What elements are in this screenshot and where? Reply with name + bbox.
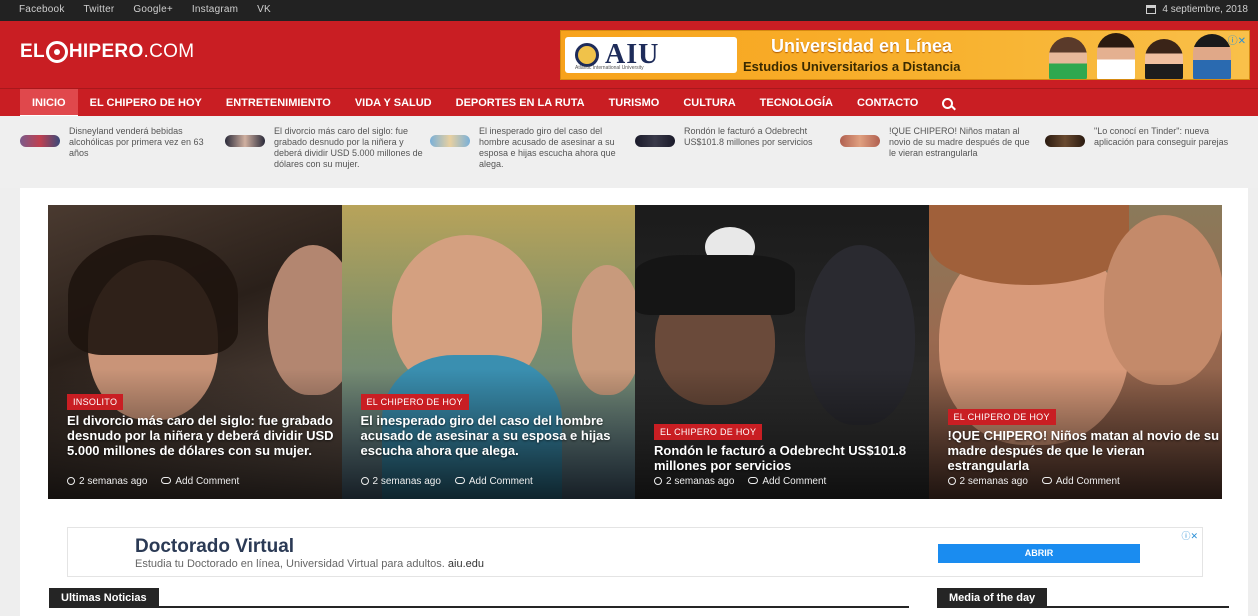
current-date: 4 septiembre, 2018 bbox=[1146, 4, 1248, 15]
site-header: EL HIPERO .COM AIU Atlantic Internationa… bbox=[0, 21, 1258, 88]
calendar-icon bbox=[1146, 5, 1157, 14]
clock-icon bbox=[360, 477, 369, 485]
ticker-text: Disneyland venderá bebidas alcohólicas p… bbox=[69, 126, 204, 158]
slide-time: 2 semanas ago bbox=[67, 476, 147, 487]
ad-choices-close-icon[interactable]: ⓘ✕ bbox=[1181, 529, 1198, 542]
logo-c-icon bbox=[45, 41, 68, 63]
nav-item-el-chipero-de-hoy[interactable]: EL CHIPERO DE HOY bbox=[78, 89, 214, 117]
ticker-thumbnail bbox=[430, 135, 470, 147]
social-links: Facebook Twitter Google+ Instagram VK bbox=[19, 4, 271, 15]
ad-choices-close-icon[interactable]: ⓘ✕ bbox=[1228, 32, 1246, 47]
logo-prefix: EL bbox=[20, 41, 45, 62]
nav-item-vida-y-salud[interactable]: VIDA Y SALUD bbox=[343, 89, 444, 117]
main-nav: INICIO EL CHIPERO DE HOY ENTRETENIMIENTO… bbox=[0, 88, 1258, 117]
nav-item-inicio[interactable]: INICIO bbox=[20, 89, 78, 117]
date-text: 4 septiembre, 2018 bbox=[1162, 4, 1248, 15]
ad-domain: aiu.edu bbox=[447, 558, 484, 570]
ticker-thumbnail bbox=[225, 135, 265, 147]
ad-headline: Universidad en Línea bbox=[771, 36, 953, 56]
ad-brand-sub: Atlantic International University bbox=[575, 65, 644, 71]
ticker-thumbnail bbox=[1045, 135, 1085, 147]
comment-icon bbox=[161, 477, 172, 484]
section-header-media: Media of the day bbox=[937, 588, 1048, 608]
search-icon[interactable] bbox=[942, 97, 954, 109]
nav-item-entretenimiento[interactable]: ENTRETENIMIENTO bbox=[214, 89, 343, 117]
section-divider bbox=[937, 606, 1229, 608]
social-link-twitter[interactable]: Twitter bbox=[84, 4, 115, 15]
slide-comment[interactable]: Add Comment bbox=[748, 476, 826, 487]
section-header-latest: Ultimas Noticias bbox=[49, 588, 159, 608]
ad-title[interactable]: Doctorado Virtual bbox=[135, 536, 294, 558]
logo-main: HIPERO bbox=[68, 41, 144, 62]
ad-people-image bbox=[1041, 31, 1249, 79]
ticker-thumbnail bbox=[840, 135, 880, 147]
featured-slide[interactable]: EL CHIPERO DE HOY El inesperado giro del… bbox=[341, 205, 635, 499]
featured-slide[interactable]: EL CHIPERO DE HOY Rondón le facturó a Od… bbox=[635, 205, 929, 499]
news-ticker: Disneyland venderá bebidas alcohólicas p… bbox=[0, 116, 1258, 188]
clock-icon bbox=[654, 477, 662, 485]
nav-item-cultura[interactable]: CULTURA bbox=[671, 89, 747, 117]
slide-meta: 2 semanas ago Add Comment bbox=[360, 476, 533, 487]
slide-category[interactable]: EL CHIPERO DE HOY bbox=[947, 409, 1056, 425]
social-link-facebook[interactable]: Facebook bbox=[19, 4, 65, 15]
section-divider bbox=[49, 606, 909, 608]
slide-meta: 2 semanas ago Add Comment bbox=[947, 476, 1120, 487]
site-logo[interactable]: EL HIPERO .COM bbox=[20, 41, 194, 63]
featured-slide[interactable]: EL CHIPERO DE HOY !QUE CHIPERO! Niños ma… bbox=[928, 205, 1222, 499]
ad-open-button[interactable]: ABRIR bbox=[938, 544, 1140, 563]
ticker-text: !QUE CHIPERO! Niños matan al novio de su… bbox=[889, 126, 1030, 158]
slide-comment[interactable]: Add Comment bbox=[1041, 476, 1120, 487]
clock-icon bbox=[947, 477, 956, 485]
slide-time: 2 semanas ago bbox=[947, 476, 1028, 487]
featured-slider: INSOLITO El divorcio más caro del siglo:… bbox=[48, 205, 1222, 499]
ticker-text: "Lo conocí en Tinder": nueva aplicación … bbox=[1094, 126, 1229, 147]
nav-item-turismo[interactable]: TURISMO bbox=[597, 89, 672, 117]
ticker-thumbnail bbox=[20, 135, 60, 147]
comment-icon bbox=[454, 477, 465, 484]
logo-suffix: .COM bbox=[143, 41, 195, 62]
slide-comment[interactable]: Add Comment bbox=[161, 476, 239, 487]
slide-category[interactable]: EL CHIPERO DE HOY bbox=[654, 424, 763, 440]
slide-title[interactable]: El inesperado giro del caso del hombre a… bbox=[361, 413, 633, 458]
slide-meta: 2 semanas ago Add Comment bbox=[654, 476, 826, 487]
ad-subheadline: Estudios Universitarios a Distancia bbox=[743, 59, 961, 74]
clock-icon bbox=[67, 477, 75, 485]
comment-icon bbox=[1041, 477, 1052, 484]
nav-item-contacto[interactable]: CONTACTO bbox=[845, 89, 930, 117]
aiu-emblem-icon bbox=[575, 43, 599, 67]
ad-brand-logo: AIU Atlantic International University bbox=[565, 37, 737, 73]
slide-title[interactable]: El divorcio más caro del siglo: fue grab… bbox=[67, 413, 339, 458]
slide-time: 2 semanas ago bbox=[654, 476, 734, 487]
top-bar: Facebook Twitter Google+ Instagram VK 4 … bbox=[0, 0, 1258, 21]
comment-icon bbox=[748, 477, 759, 484]
slide-time: 2 semanas ago bbox=[360, 476, 441, 487]
slide-comment[interactable]: Add Comment bbox=[454, 476, 533, 487]
social-link-googleplus[interactable]: Google+ bbox=[133, 4, 173, 15]
main-content: INSOLITO El divorcio más caro del siglo:… bbox=[20, 188, 1248, 616]
nav-item-deportes-en-la-ruta[interactable]: DEPORTES EN LA RUTA bbox=[444, 89, 597, 117]
slide-title[interactable]: Rondón le facturó a Odebrecht US$101.8 m… bbox=[654, 443, 926, 473]
slide-category[interactable]: INSOLITO bbox=[67, 394, 124, 410]
social-link-instagram[interactable]: Instagram bbox=[192, 4, 238, 15]
featured-slide[interactable]: INSOLITO El divorcio más caro del siglo:… bbox=[48, 205, 342, 499]
ticker-text: El divorcio más caro del siglo: fue grab… bbox=[274, 126, 423, 169]
header-ad-banner[interactable]: AIU Atlantic International University Un… bbox=[560, 30, 1250, 80]
nav-item-tecnologia[interactable]: TECNOLOGÍA bbox=[748, 89, 845, 117]
ticker-text: Rondón le facturó a Odebrecht US$101.8 m… bbox=[684, 126, 813, 147]
ad-description: Estudia tu Doctorado en línea, Universid… bbox=[135, 558, 484, 570]
social-link-vk[interactable]: VK bbox=[257, 4, 271, 15]
slide-category[interactable]: EL CHIPERO DE HOY bbox=[360, 394, 469, 410]
ticker-text: El inesperado giro del caso del hombre a… bbox=[479, 126, 616, 169]
ticker-thumbnail bbox=[635, 135, 675, 147]
slide-meta: 2 semanas ago Add Comment bbox=[67, 476, 239, 487]
content-ad[interactable]: Doctorado Virtual Estudia tu Doctorado e… bbox=[67, 527, 1203, 577]
slide-title[interactable]: !QUE CHIPERO! Niños matan al novio de su… bbox=[948, 428, 1220, 473]
